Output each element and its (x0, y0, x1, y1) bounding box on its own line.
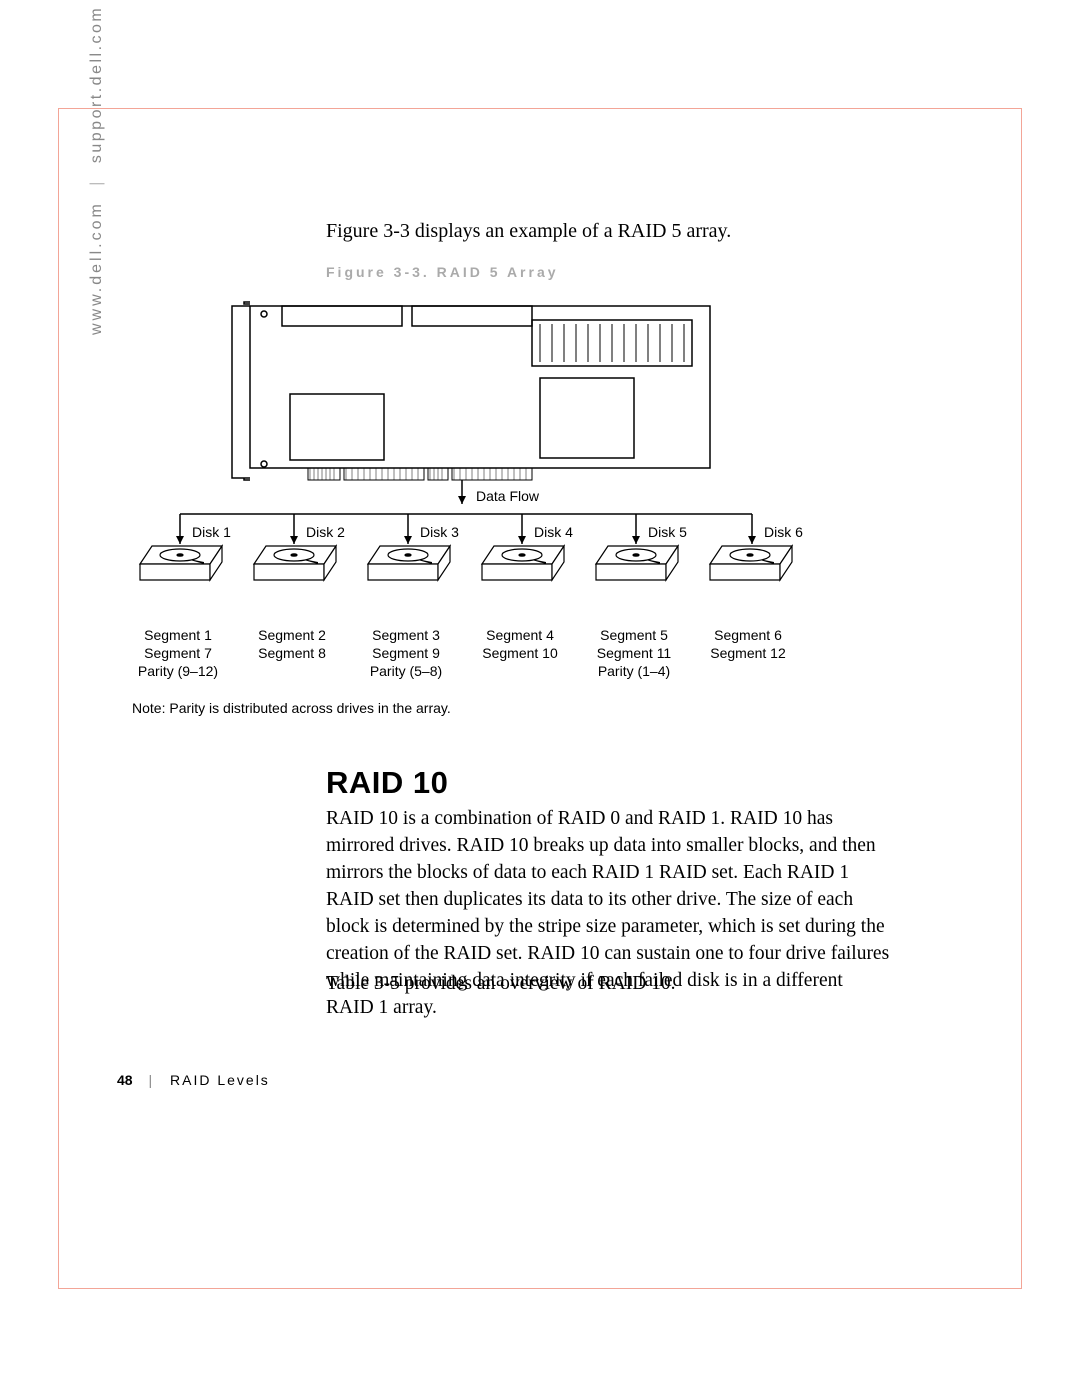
segment-text: Segment 2 (232, 626, 352, 644)
disk-label-6: Disk 6 (764, 524, 803, 540)
footer-section: RAID Levels (170, 1072, 270, 1088)
footer-separator: | (148, 1072, 154, 1088)
segment-text: Parity (1–4) (574, 662, 694, 680)
page-number: 48 (117, 1072, 133, 1088)
segment-col-6: Segment 6 Segment 12 (688, 626, 808, 662)
segment-text: Parity (5–8) (346, 662, 466, 680)
segment-text: Segment 12 (688, 644, 808, 662)
segment-text: Segment 9 (346, 644, 466, 662)
page-footer: 48 | RAID Levels (117, 1072, 270, 1088)
disk-label-4: Disk 4 (534, 524, 573, 540)
disk-label-5: Disk 5 (648, 524, 687, 540)
data-flow-label: Data Flow (476, 488, 539, 504)
section-title: RAID 10 (326, 765, 448, 801)
diagram-note: Note: Parity is distributed across drive… (132, 700, 451, 716)
disk-label-2: Disk 2 (306, 524, 345, 540)
segment-text: Segment 10 (460, 644, 580, 662)
section-paragraph-2: Table 3-5 provides an overview of RAID 1… (326, 970, 891, 997)
segment-text: Segment 11 (574, 644, 694, 662)
segment-text: Segment 7 (118, 644, 238, 662)
segment-col-3: Segment 3 Segment 9 Parity (5–8) (346, 626, 466, 680)
segment-text: Parity (9–12) (118, 662, 238, 680)
disk-label-1: Disk 1 (192, 524, 231, 540)
disk-label-3: Disk 3 (420, 524, 459, 540)
segment-text: Segment 5 (574, 626, 694, 644)
figure-caption: Figure 3-3. RAID 5 Array (326, 264, 559, 280)
segment-text: Segment 6 (688, 626, 808, 644)
segment-text: Segment 3 (346, 626, 466, 644)
side-url-right: support.dell.com (88, 6, 105, 163)
intro-text: Figure 3-3 displays an example of a RAID… (326, 220, 731, 243)
segment-col-1: Segment 1 Segment 7 Parity (9–12) (118, 626, 238, 680)
segment-col-5: Segment 5 Segment 11 Parity (1–4) (574, 626, 694, 680)
segment-col-4: Segment 4 Segment 10 (460, 626, 580, 662)
segment-text: Segment 4 (460, 626, 580, 644)
side-url-left: www.dell.com (88, 201, 105, 335)
page: www.dell.com | support.dell.com Figure 3… (0, 0, 1080, 1397)
segment-text: Segment 8 (232, 644, 352, 662)
side-separator: | (88, 179, 105, 186)
side-watermark: www.dell.com | support.dell.com (88, 6, 106, 335)
segment-text: Segment 1 (118, 626, 238, 644)
segment-col-2: Segment 2 Segment 8 (232, 626, 352, 662)
